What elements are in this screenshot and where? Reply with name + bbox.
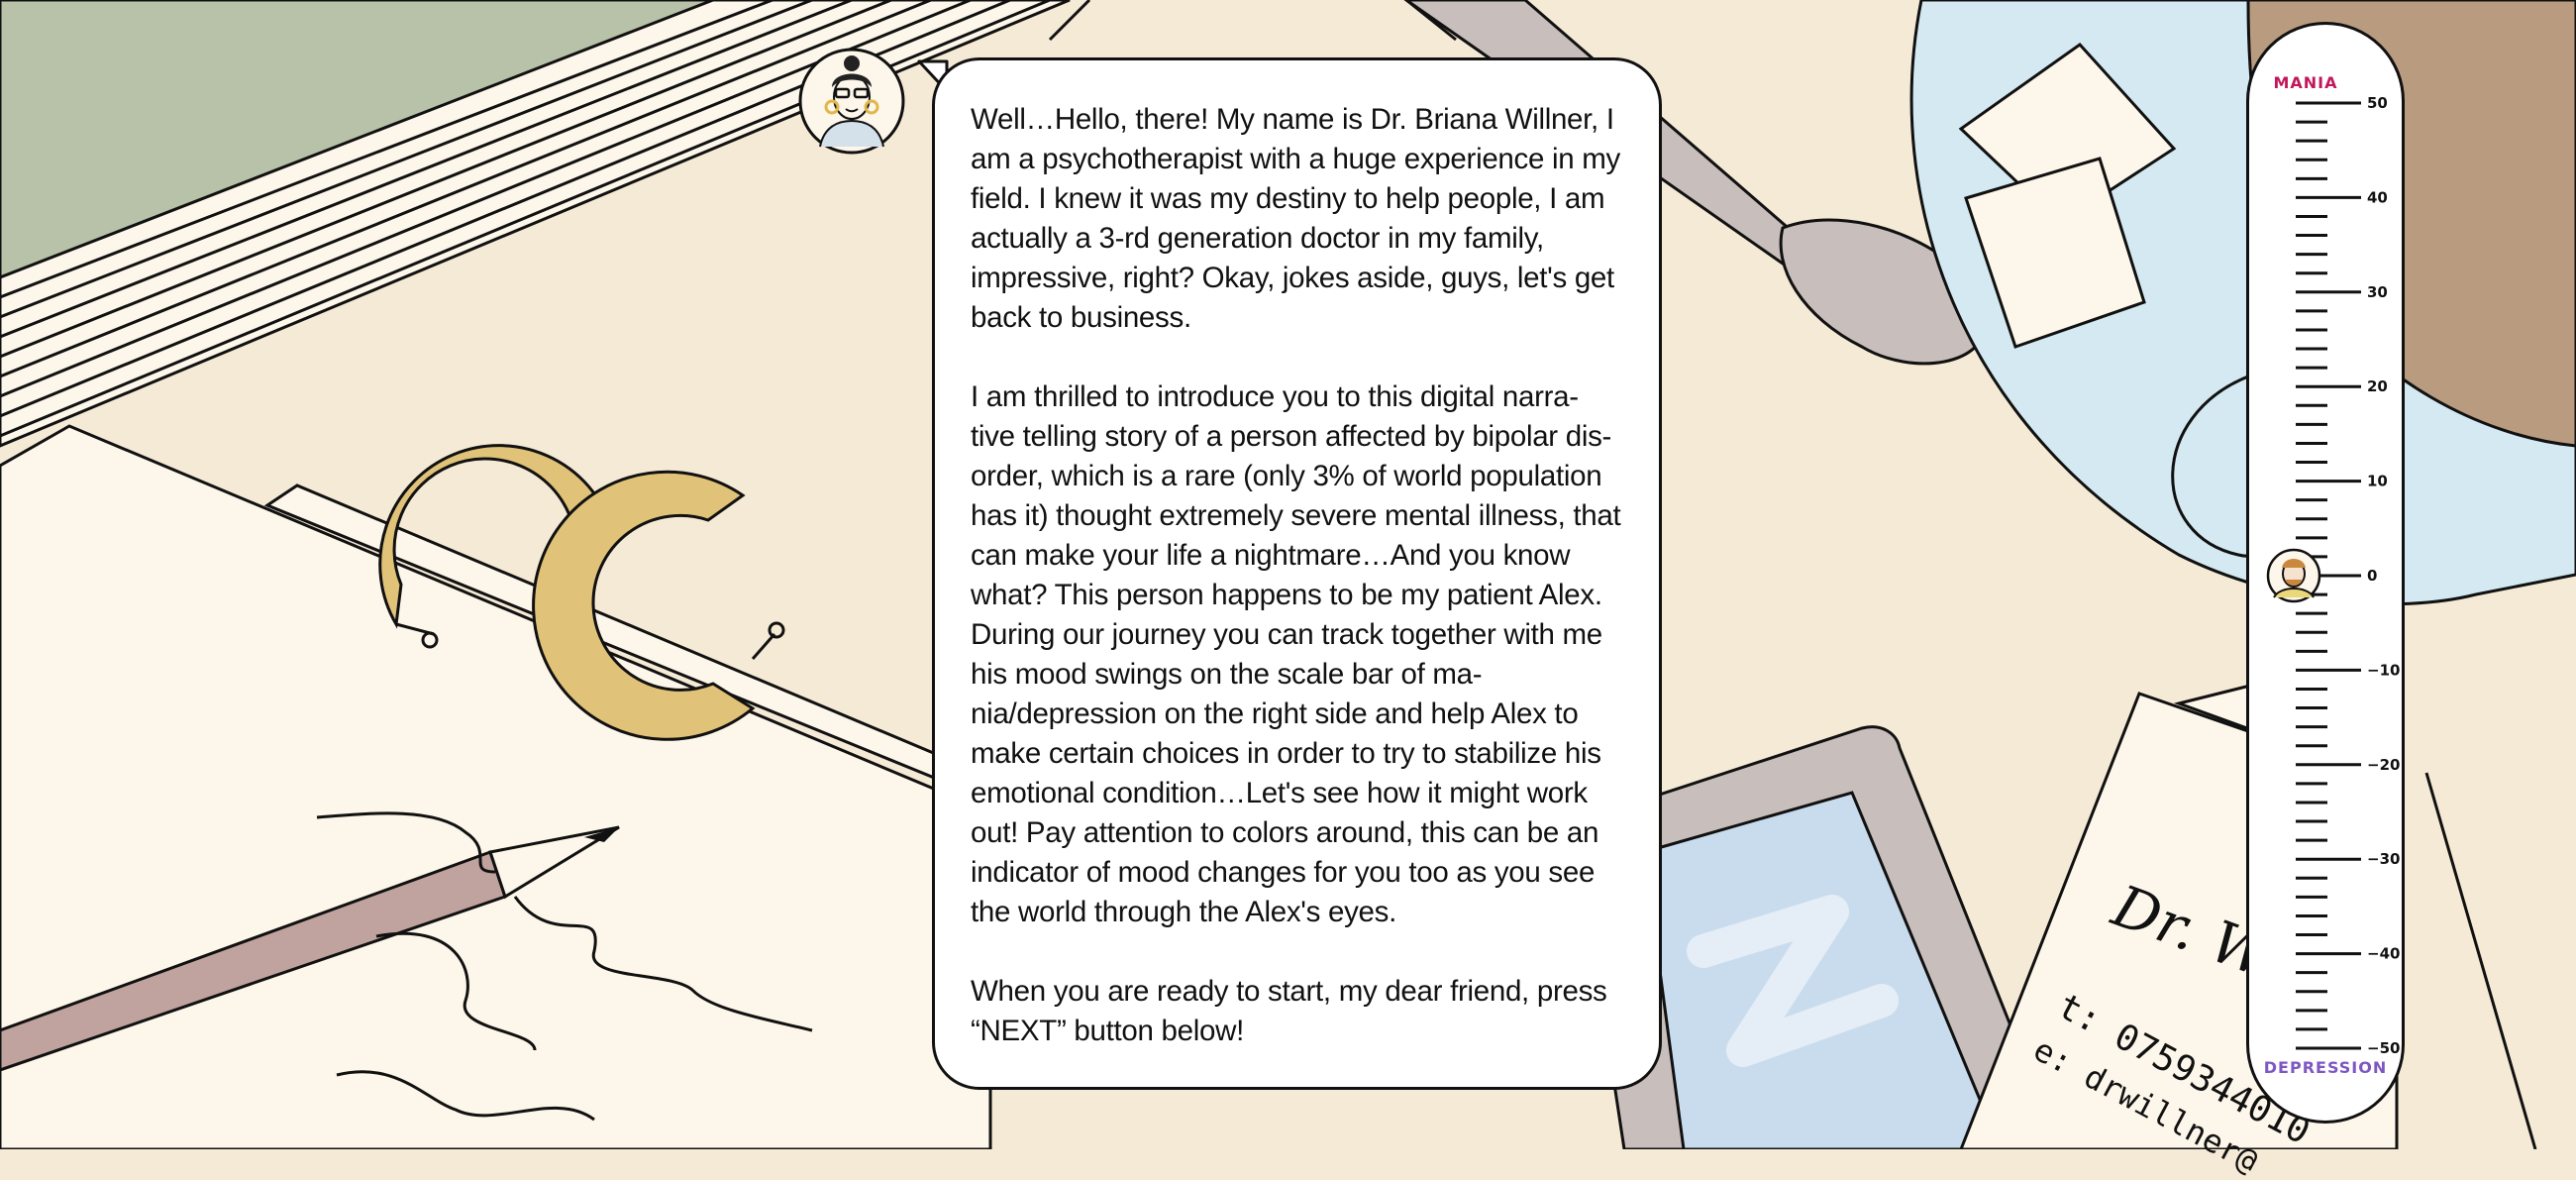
scale-tick-label: 50 [2367, 94, 2388, 112]
patient-avatar-icon [2266, 548, 2321, 603]
scale-tick-label: 40 [2367, 188, 2388, 206]
scale-tick-label: 10 [2367, 473, 2388, 490]
scale-tick-label: 30 [2367, 283, 2388, 301]
dialogue-bubble: Well…Hello, there! My name is Dr. Briana… [932, 57, 1662, 1090]
scale-tick-label: −20 [2367, 756, 2400, 774]
scale-tick-label: −40 [2367, 945, 2400, 963]
dialogue-paragraph: When you are ready to start, my dear fri… [971, 975, 1607, 1047]
scale-tick-label: −30 [2367, 850, 2400, 868]
scale-tick-label: −10 [2367, 661, 2400, 679]
dialogue-paragraph: I am thrilled to introduce you to this d… [971, 380, 1621, 928]
doctor-avatar-icon [798, 48, 905, 155]
mood-scale-ticks: 50 40 30 20 10 0 −10 −20 −30 −40 −50 [2266, 94, 2400, 1057]
scale-tick-label: 0 [2367, 567, 2377, 585]
scale-tick-label: 20 [2367, 377, 2388, 395]
dialogue-paragraph: Well…Hello, there! My name is Dr. Briana… [971, 103, 1620, 334]
scale-tick-label: −50 [2367, 1039, 2400, 1057]
